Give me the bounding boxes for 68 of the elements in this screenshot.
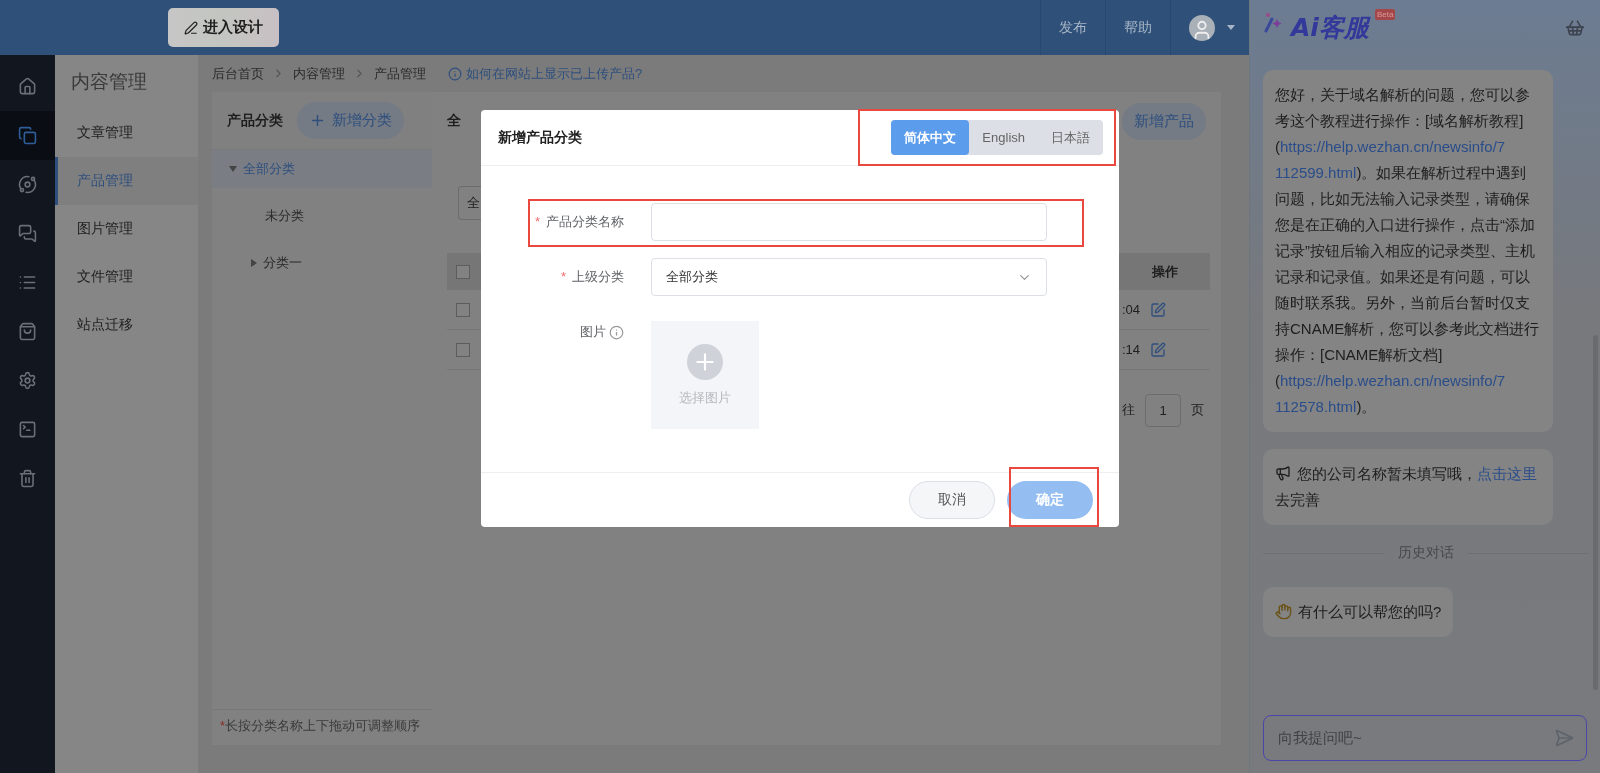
- add-category-button[interactable]: 新增分类: [297, 102, 404, 139]
- table-cell: :04: [1122, 302, 1141, 317]
- avatar-icon[interactable]: [1189, 14, 1215, 41]
- basket-icon[interactable]: [1565, 17, 1585, 38]
- sidebar-item[interactable]: 站点迁移: [55, 301, 198, 349]
- sidebar-title: 内容管理: [70, 70, 148, 94]
- pagination-label: 往: [1122, 401, 1135, 419]
- send-icon[interactable]: [1554, 728, 1574, 748]
- sparkle-icon: [1263, 11, 1285, 33]
- name-input[interactable]: [651, 203, 1047, 241]
- language-tab[interactable]: English: [969, 120, 1038, 155]
- link[interactable]: 112599.html: [1275, 164, 1357, 181]
- plus-icon: [687, 343, 723, 380]
- panel-title: 全: [447, 112, 461, 130]
- table-cell: :14: [1122, 342, 1141, 357]
- plus-icon: [309, 112, 326, 129]
- caret-icon[interactable]: [251, 259, 257, 267]
- field-label: 图片: [481, 313, 638, 351]
- sidebar-item[interactable]: 产品管理: [55, 157, 198, 205]
- sidebar-item[interactable]: 图片管理: [55, 205, 198, 253]
- info-icon: [448, 66, 462, 81]
- checkbox[interactable]: [456, 302, 470, 317]
- pagination-label: 页: [1191, 401, 1204, 419]
- link[interactable]: https://help.wezhan.cn/newsinfo/7: [1280, 138, 1506, 155]
- help-link[interactable]: 如何在网站上显示已上传产品?: [448, 64, 643, 83]
- page-input[interactable]: 1: [1145, 393, 1181, 427]
- add-product-button[interactable]: 新增产品: [1122, 102, 1206, 140]
- breadcrumb-item[interactable]: 产品管理: [374, 64, 426, 83]
- dialog-title: 新增产品分类: [498, 128, 582, 147]
- parent-category-select[interactable]: 全部分类: [651, 258, 1047, 296]
- field-label: * 产品分类名称: [533, 213, 625, 231]
- chat-logo: Ai客服: [1291, 12, 1369, 44]
- info-icon: [609, 324, 624, 340]
- tree-item[interactable]: 全部分类: [212, 150, 432, 188]
- confirm-button[interactable]: 确定: [1007, 481, 1093, 519]
- breadcrumb-item[interactable]: 后台首页: [212, 64, 264, 83]
- chat-message: 您的公司名称暂未填写哦，点击这里 去完善: [1263, 449, 1553, 525]
- design-button[interactable]: 进入设计: [168, 8, 279, 47]
- caret-icon[interactable]: [229, 166, 237, 172]
- files-icon[interactable]: [0, 111, 55, 160]
- top-nav-link[interactable]: 帮助: [1105, 0, 1170, 55]
- sidebar-item[interactable]: 文件管理: [55, 253, 198, 301]
- hand-icon: [1275, 603, 1292, 620]
- edit-icon[interactable]: [1150, 301, 1167, 318]
- cancel-button[interactable]: 取消: [909, 481, 995, 519]
- top-nav-link[interactable]: 发布: [1040, 0, 1105, 55]
- chat-message: 您好，关于域名解析的问题，您可以参考这个教程进行操作：[域名解析教程](https://help.wezhan.cn/newsinfo/7 112599.html)。如果在解析过程中遇到问题，比如无法输入记录类型，请确保您是在正确的入口进行操作，点击“添加记录”按钮后输入相应的记录类型、主机记录和记录值。如果还是有问题，可以随时联系我。另外，当前后台暂时仅支持CNAME解析，您可以参考此文档进行操作：[CNAME解析文档](https://help.wezhan.cn/newsinfo/7 112578.html)。: [1263, 70, 1553, 432]
- column-header: 操作: [1152, 262, 1178, 281]
- caret-icon[interactable]: [1227, 25, 1235, 30]
- link[interactable]: 112578.html: [1275, 398, 1357, 415]
- beta-badge: Beta: [1374, 9, 1396, 20]
- panel-title: 产品分类: [227, 111, 283, 130]
- breadcrumb-item[interactable]: 内容管理: [293, 64, 345, 83]
- checkbox[interactable]: [456, 342, 470, 357]
- language-tab[interactable]: 简体中文: [891, 120, 970, 155]
- link[interactable]: 点击这里: [1477, 465, 1537, 482]
- chat-message: 有什么可以帮您的吗?: [1263, 587, 1454, 637]
- hint-text: *长按分类名称上下拖动可调整顺序: [212, 709, 432, 745]
- checkbox[interactable]: [456, 264, 470, 279]
- language-tab[interactable]: 日本語: [1038, 120, 1103, 155]
- sidebar-item[interactable]: 文章管理: [55, 109, 198, 157]
- tree-item[interactable]: 未分类: [212, 197, 432, 235]
- field-label: * 上级分类: [559, 268, 625, 286]
- image-upload[interactable]: 选择图片: [651, 321, 759, 429]
- megaphone-icon: [1275, 465, 1291, 481]
- edit-icon[interactable]: [1150, 341, 1167, 358]
- link[interactable]: https://help.wezhan.cn/newsinfo/7: [1280, 372, 1506, 389]
- pen-icon: [184, 20, 198, 35]
